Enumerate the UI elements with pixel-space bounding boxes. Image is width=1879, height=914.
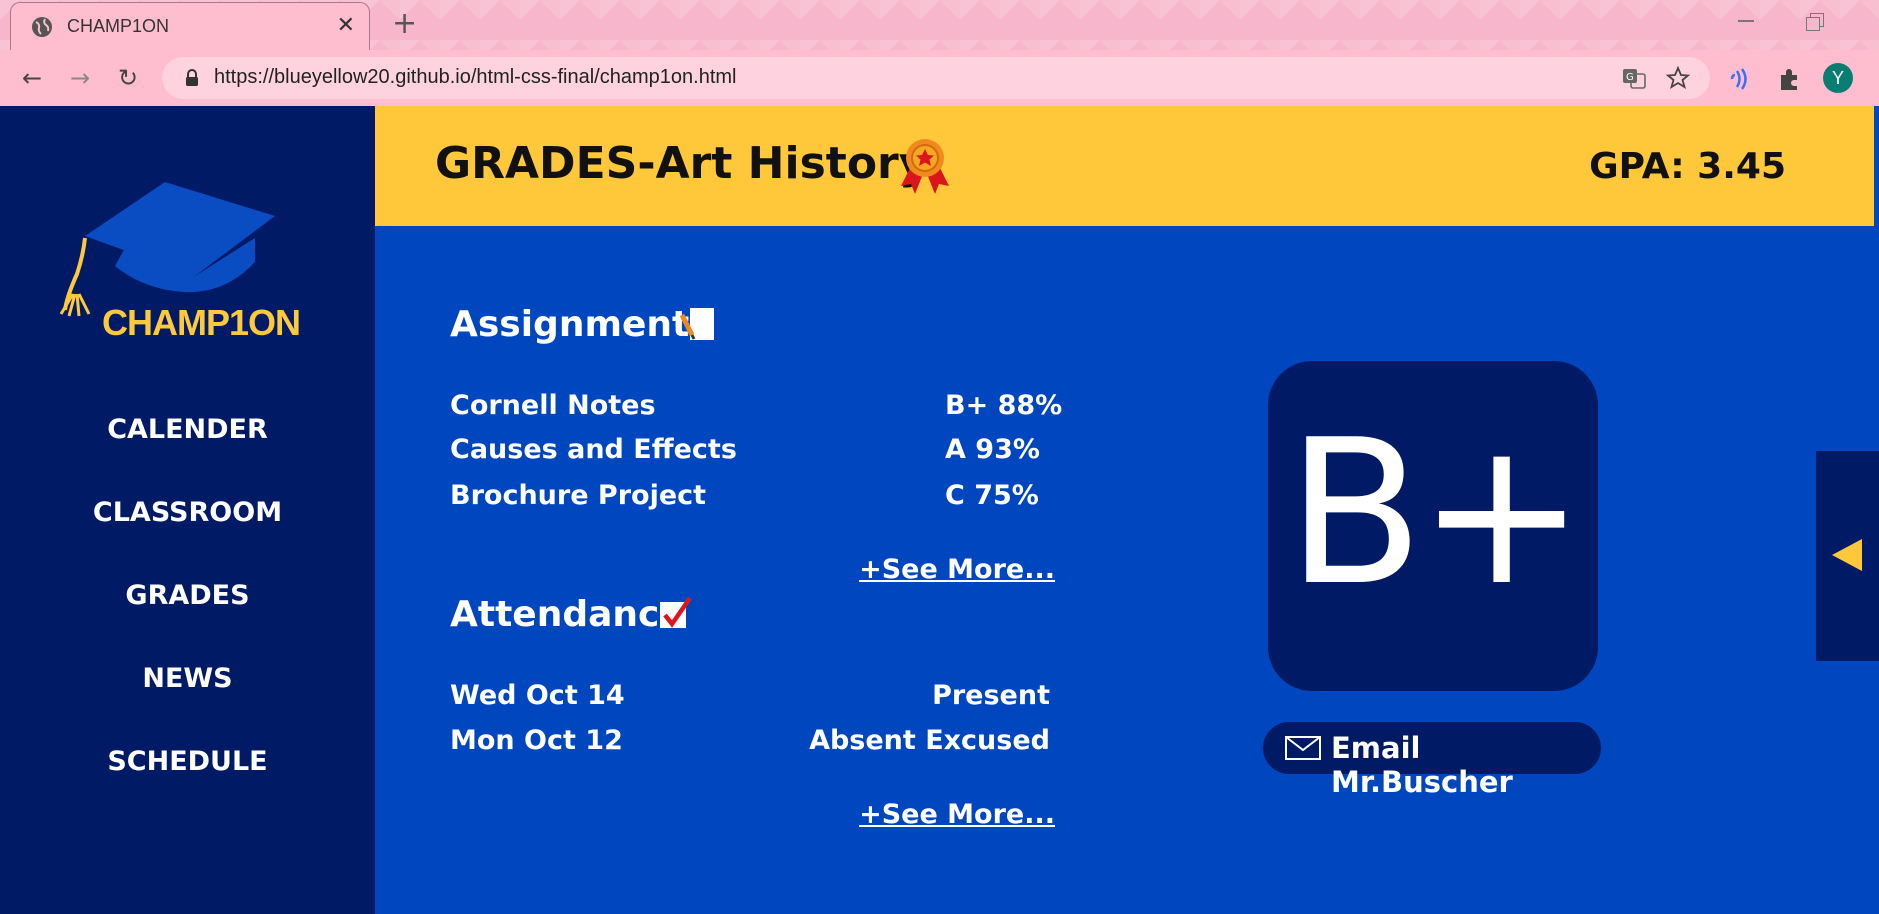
sidebar-item-schedule[interactable]: SCHEDULE [0,746,375,777]
checkbox-checked-icon [660,597,692,628]
assignment-name[interactable]: Brochure Project [450,480,706,511]
page-header: GRADES-Art History GPA: 3.45 [375,106,1874,226]
back-icon[interactable]: ← [18,64,46,92]
assignment-name[interactable]: Causes and Effects [450,434,737,465]
arrow-left-icon [1832,539,1862,571]
assignment-grade: C 75% [945,480,1039,511]
email-teacher-button[interactable]: Email Mr.Buscher [1263,722,1601,799]
assignments-heading: Assignments [450,304,711,345]
award-ribbon-icon [901,139,949,194]
close-tab-icon[interactable]: ✕ [337,13,355,39]
attendance-date: Mon Oct 12 [450,725,623,756]
translate-icon[interactable]: G [1622,66,1646,90]
address-bar[interactable]: https://blueyellow20.github.io/html-css-… [162,57,1710,99]
assignment-grade: A 93% [945,434,1040,465]
page-content: CHAMP1ON CALENDER CLASSROOM GRADES NEWS … [0,106,1879,914]
assignment-name[interactable]: Cornell Notes [450,390,656,421]
url-text[interactable]: https://blueyellow20.github.io/html-css-… [214,66,736,89]
minimize-icon[interactable] [1738,20,1754,22]
svg-text:G: G [1626,72,1634,83]
restore-icon[interactable] [1806,13,1824,31]
new-tab-button[interactable]: + [392,8,417,40]
read-aloud-icon[interactable] [1728,66,1754,92]
memo-icon [680,308,714,340]
bookmark-star-icon[interactable] [1666,66,1690,90]
assignment-grade: B+ 88% [945,390,1063,421]
attendance-see-more-link[interactable]: +See More... [859,799,1055,830]
side-panel-toggle[interactable] [1816,451,1879,661]
attendance-date: Wed Oct 14 [450,680,625,711]
envelope-icon [1285,736,1321,760]
attendance-heading: Attendance [450,594,684,635]
email-button-label: Email Mr.Buscher [1331,731,1513,799]
page-title: GRADES-Art History [435,138,928,189]
sidebar-item-classroom[interactable]: CLASSROOM [0,497,375,528]
attendance-status: Absent Excused [809,725,1050,756]
browser-tab[interactable]: CHAMP1ON ✕ [10,2,370,50]
sidebar-item-grades[interactable]: GRADES [0,580,375,611]
sidebar: CHAMP1ON CALENDER CLASSROOM GRADES NEWS … [0,106,375,914]
gpa-value: GPA: 3.45 [1589,146,1786,187]
globe-icon [32,17,52,37]
reload-icon[interactable]: ↻ [114,64,142,92]
lock-icon [186,69,198,86]
browser-tab-strip: CHAMP1ON ✕ + [0,0,1879,50]
profile-avatar[interactable]: Y [1823,63,1853,93]
browser-toolbar: ← → ↻ https://blueyellow20.github.io/htm… [0,50,1879,106]
overall-grade-card: B+ [1268,361,1598,691]
tab-title: CHAMP1ON [67,16,170,36]
sidebar-item-news[interactable]: NEWS [0,663,375,694]
sidebar-item-calender[interactable]: CALENDER [0,414,375,445]
assignments-see-more-link[interactable]: +See More... [859,554,1055,585]
logo-text[interactable]: CHAMP1ON [102,302,301,344]
attendance-status: Present [932,680,1050,711]
forward-icon[interactable]: → [66,64,94,92]
extensions-icon[interactable] [1777,66,1803,92]
overall-grade-letter: B+ [1286,397,1586,630]
